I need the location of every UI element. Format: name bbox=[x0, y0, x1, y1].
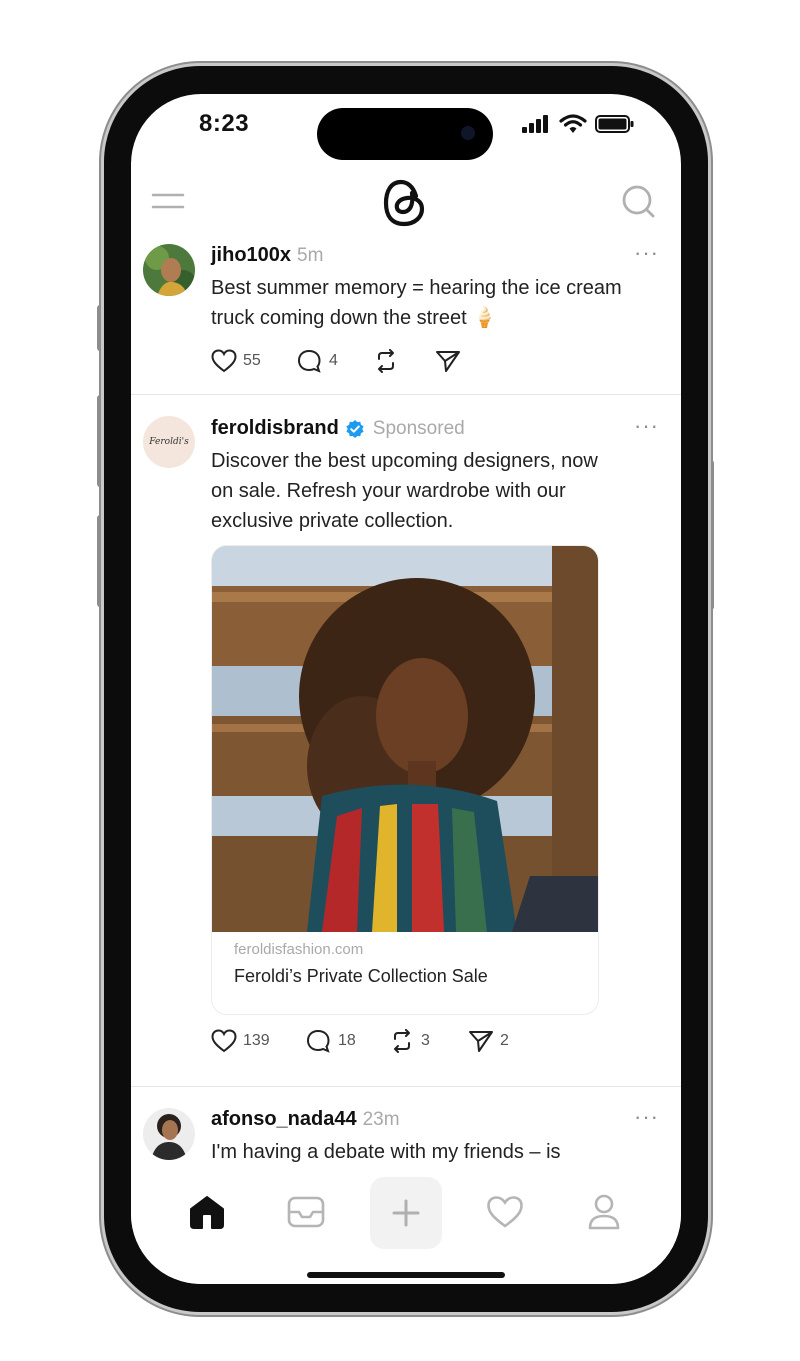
share-count: 2 bbox=[500, 1032, 509, 1049]
ad-card[interactable]: feroldisfashion.com Feroldi’s Private Co… bbox=[211, 545, 599, 1015]
nav-compose[interactable] bbox=[370, 1177, 442, 1249]
more-options-button[interactable]: ··· bbox=[634, 1104, 659, 1130]
home-indicator bbox=[307, 1272, 505, 1278]
share-button[interactable]: 2 bbox=[468, 1029, 509, 1053]
reply-button[interactable]: 18 bbox=[306, 1029, 356, 1053]
repost-icon bbox=[394, 1029, 410, 1053]
post-text-line: on sale. Refresh your wardrobe with our bbox=[211, 480, 566, 502]
compose-icon bbox=[392, 1199, 420, 1227]
ad-image bbox=[212, 546, 598, 932]
wifi-icon bbox=[559, 114, 587, 133]
repost-icon bbox=[378, 349, 394, 373]
post-text-line: exclusive private collection. bbox=[211, 510, 454, 532]
post-divider bbox=[131, 1086, 681, 1087]
threads-logo[interactable] bbox=[382, 178, 428, 228]
post-text-line: Discover the best upcoming designers, no… bbox=[211, 450, 598, 472]
repost-button[interactable] bbox=[373, 349, 405, 373]
volume-up-button bbox=[97, 395, 103, 487]
repost-button[interactable]: 3 bbox=[389, 1029, 430, 1053]
profile-icon bbox=[588, 1194, 620, 1230]
avatar-feroldisbrand[interactable]: Feroldi's bbox=[143, 416, 195, 468]
username[interactable]: feroldisbrand bbox=[211, 417, 339, 440]
nav-inbox[interactable] bbox=[276, 1182, 336, 1242]
nav-activity[interactable] bbox=[475, 1182, 535, 1242]
post-header: feroldisbrand Sponsored bbox=[211, 417, 465, 440]
power-button bbox=[708, 460, 714, 610]
like-button[interactable]: 139 bbox=[211, 1029, 270, 1053]
repost-count: 3 bbox=[421, 1032, 430, 1049]
post-time: 5m bbox=[297, 245, 324, 266]
like-count: 139 bbox=[243, 1032, 270, 1049]
link-title[interactable]: Feroldi’s Private Collection Sale bbox=[234, 960, 576, 992]
post-text: I'm having a debate with my friends – is bbox=[211, 1141, 561, 1163]
home-icon bbox=[190, 1196, 224, 1229]
send-icon bbox=[469, 1031, 493, 1052]
avatar-photo bbox=[143, 244, 195, 296]
silent-switch bbox=[97, 305, 103, 351]
post-text-line: Best summer memory = hearing the ice cre… bbox=[211, 277, 622, 299]
search-button[interactable] bbox=[621, 184, 657, 220]
reply-icon bbox=[297, 349, 321, 373]
phone-screen: 8:23 jiho100x 5m ··· Best summer memory … bbox=[131, 94, 681, 1284]
username[interactable]: afonso_nada44 bbox=[211, 1108, 357, 1130]
post-text: Best summer memory = hearing the ice cre… bbox=[211, 273, 671, 333]
nav-profile[interactable] bbox=[574, 1182, 634, 1242]
brand-logo-text: Feroldi's bbox=[149, 437, 189, 447]
like-count: 55 bbox=[243, 352, 261, 369]
like-button[interactable]: 55 bbox=[211, 349, 261, 373]
reply-count: 18 bbox=[338, 1032, 356, 1049]
link-domain: feroldisfashion.com bbox=[234, 941, 364, 958]
dynamic-island bbox=[317, 108, 493, 160]
nav-home[interactable] bbox=[177, 1182, 237, 1242]
more-options-button[interactable]: ··· bbox=[634, 413, 659, 439]
post-text-line: truck coming down the street 🍦 bbox=[211, 307, 498, 329]
heart-icon bbox=[211, 349, 237, 373]
status-time: 8:23 bbox=[199, 110, 250, 137]
battery-icon bbox=[595, 115, 634, 133]
avatar-photo bbox=[143, 1108, 195, 1160]
activity-icon bbox=[487, 1196, 523, 1228]
inbox-icon bbox=[287, 1196, 325, 1228]
send-icon bbox=[436, 351, 460, 372]
reply-icon bbox=[306, 1029, 330, 1053]
verified-badge-icon bbox=[346, 419, 364, 438]
username[interactable]: jiho100x bbox=[211, 244, 291, 266]
sponsored-label: Sponsored bbox=[372, 417, 465, 439]
post-text: Discover the best upcoming designers, no… bbox=[211, 446, 671, 536]
search-icon bbox=[622, 185, 655, 218]
status-icons bbox=[521, 114, 635, 134]
threads-logo-icon bbox=[383, 179, 425, 227]
avatar-jiho100x[interactable] bbox=[143, 244, 195, 296]
avatar-afonso-nada44[interactable] bbox=[143, 1108, 195, 1160]
reply-button[interactable]: 4 bbox=[297, 349, 338, 373]
reply-count: 4 bbox=[329, 352, 338, 369]
post-divider bbox=[131, 394, 681, 395]
post-time: 23m bbox=[362, 1109, 400, 1130]
signal-icon bbox=[522, 115, 548, 133]
menu-icon bbox=[151, 193, 185, 209]
post-header: jiho100x 5m bbox=[211, 244, 323, 267]
heart-icon bbox=[211, 1029, 237, 1053]
more-options-button[interactable]: ··· bbox=[634, 240, 659, 266]
share-button[interactable] bbox=[435, 349, 467, 373]
menu-button[interactable] bbox=[151, 190, 185, 214]
post-header: afonso_nada44 23m bbox=[211, 1108, 400, 1131]
volume-down-button bbox=[97, 515, 103, 607]
